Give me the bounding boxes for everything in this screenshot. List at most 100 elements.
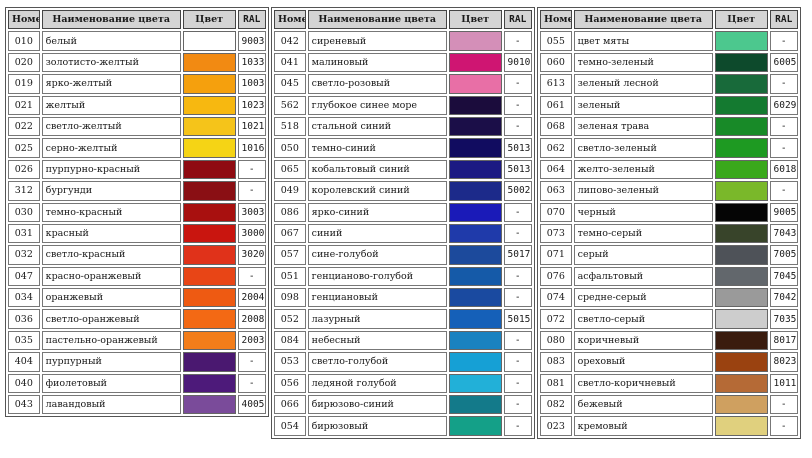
color-table-1: Номер Наименование цвета Цвет RAL 010бел… [5, 7, 269, 418]
color-swatch-cell [714, 330, 768, 351]
color-name: глубокое синее море [307, 95, 447, 115]
color-number: 056 [274, 373, 306, 394]
color-swatch [449, 160, 501, 179]
color-name: синий [307, 223, 447, 244]
color-name: липово-зеленый [573, 181, 713, 201]
header-color: Цвет [714, 10, 768, 30]
ral-code: 4005 [237, 395, 266, 415]
color-swatch-cell [182, 31, 236, 51]
table-row: 518 стальной синий - [274, 116, 532, 137]
ral-code: 8023 [769, 352, 798, 372]
color-swatch [449, 417, 501, 435]
color-number: 023 [540, 416, 572, 436]
color-swatch [449, 75, 501, 93]
color-swatch-cell [714, 245, 768, 265]
ral-code: 7035 [769, 309, 798, 329]
color-name: ярко-синий [307, 202, 447, 222]
color-number: 083 [540, 352, 572, 372]
ral-code: - [503, 202, 532, 222]
color-swatch-cell [448, 74, 502, 94]
color-swatch-cell [448, 395, 502, 415]
header-num: Номер [274, 10, 306, 30]
table-row: 064 желто-зеленый 6018 [540, 159, 798, 180]
table-row: 060 темно-зеленый 6005 [540, 52, 798, 73]
color-name: ледяной голубой [307, 373, 447, 394]
color-swatch [715, 310, 767, 328]
color-swatch-cell [182, 245, 236, 265]
color-swatch [183, 310, 235, 328]
color-swatch-cell [448, 95, 502, 115]
color-swatch [183, 353, 235, 371]
color-swatch [715, 353, 767, 371]
table-row: 066 бирюзово-синий - [274, 395, 532, 415]
ral-code: - [503, 74, 532, 94]
ral-code: 1011 [769, 373, 798, 394]
ral-code: - [769, 138, 798, 158]
color-swatch [449, 203, 501, 221]
ral-code: 1023 [237, 95, 266, 115]
color-number: 031 [8, 223, 40, 244]
ral-code: 2004 [237, 288, 266, 308]
color-swatch-cell [182, 74, 236, 94]
color-number: 055 [540, 31, 572, 51]
color-swatch-cell [448, 159, 502, 180]
color-swatch [715, 32, 767, 50]
color-name: светло-оранжевый [41, 309, 181, 329]
color-swatch-cell [448, 138, 502, 158]
color-name: темно-синий [307, 138, 447, 158]
table-row: 054 бирюзовый - [274, 416, 532, 436]
color-number: 068 [540, 116, 572, 137]
color-swatch [715, 160, 767, 179]
color-swatch [449, 32, 501, 50]
color-name: зеленый [573, 95, 713, 115]
ral-code: - [503, 373, 532, 394]
color-number: 312 [8, 181, 40, 201]
ral-code: - [769, 416, 798, 436]
color-swatch [715, 96, 767, 114]
header-name: Наименование цвета [307, 10, 447, 30]
table-row: 056 ледяной голубой - [274, 373, 532, 394]
table-row: 021 желтый 1023 [8, 95, 266, 115]
color-swatch [183, 289, 235, 307]
color-name: красно-оранжевый [41, 266, 181, 287]
color-name: бирюзово-синий [307, 395, 447, 415]
color-name: светло-красный [41, 245, 181, 265]
ral-code: - [503, 330, 532, 351]
color-number: 098 [274, 288, 306, 308]
ral-code: 7045 [769, 266, 798, 287]
table-row: 040 фиолетовый - [8, 373, 266, 394]
ral-code: 7005 [769, 245, 798, 265]
color-name: цвет мяты [573, 31, 713, 51]
color-name: стальной синий [307, 116, 447, 137]
color-name: серно-желтый [41, 138, 181, 158]
ral-code: - [237, 181, 266, 201]
table-row: 070 черный 9005 [540, 202, 798, 222]
color-swatch [183, 139, 235, 157]
color-name: бирюзовый [307, 416, 447, 436]
color-number: 063 [540, 181, 572, 201]
table-row: 404 пурпурный - [8, 352, 266, 372]
color-number: 042 [274, 31, 306, 51]
table-row: 034 оранжевый 2004 [8, 288, 266, 308]
color-swatch [183, 267, 235, 286]
color-swatch [715, 396, 767, 414]
color-swatch [715, 203, 767, 221]
color-swatch-cell [714, 416, 768, 436]
ral-code: - [503, 395, 532, 415]
ral-code: 5015 [503, 309, 532, 329]
color-swatch-cell [448, 309, 502, 329]
color-name: сиреневый [307, 31, 447, 51]
color-swatch-cell [714, 95, 768, 115]
ral-code: 9010 [503, 52, 532, 73]
table-row: 035 пастельно-оранжевый 2003 [8, 330, 266, 351]
ral-code: 2003 [237, 330, 266, 351]
color-number: 074 [540, 288, 572, 308]
table-row: 052 лазурный 5015 [274, 309, 532, 329]
header-ral: RAL [237, 10, 266, 30]
color-swatch [449, 139, 501, 157]
header-name: Наименование цвета [573, 10, 713, 30]
color-number: 070 [540, 202, 572, 222]
color-name: светло-желтый [41, 116, 181, 137]
color-name: асфальтовый [573, 266, 713, 287]
color-swatch [715, 139, 767, 157]
